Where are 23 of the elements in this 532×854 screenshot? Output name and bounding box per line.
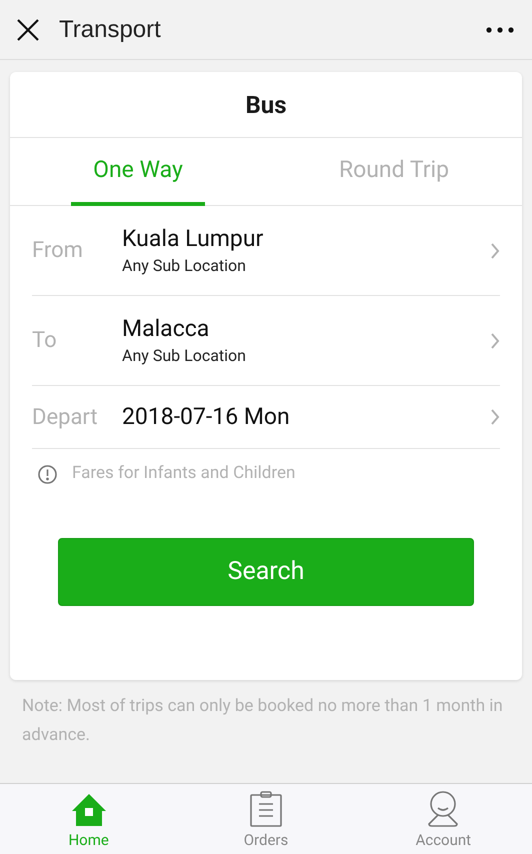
nav-item[interactable]: Home <box>0 784 178 854</box>
search-button[interactable]: Search <box>58 538 474 606</box>
user-icon <box>427 790 460 826</box>
booking-note: Note: Most of trips can only be booked no more than 1 month in advance. <box>21 695 504 747</box>
chevron-icon <box>490 409 500 425</box>
clipboard-icon <box>250 790 282 826</box>
location-row[interactable]: From Kuala Lumpur Any Sub Location <box>32 206 500 296</box>
close-button[interactable] <box>16 18 40 42</box>
info-icon <box>38 464 57 484</box>
date-row[interactable]: Depart 2018-07-16 Mon <box>32 386 500 449</box>
tab[interactable]: Round Trip <box>316 138 472 206</box>
home-icon <box>70 792 107 826</box>
nav-item[interactable]: Orders <box>177 784 355 854</box>
fares-link[interactable]: Fares for Infants and Children <box>32 449 296 499</box>
nav-item[interactable]: Account <box>354 784 532 854</box>
more-icon <box>486 26 514 32</box>
tab[interactable]: One Way <box>71 138 205 206</box>
chevron-icon <box>490 332 500 348</box>
location-row[interactable]: To Malacca Any Sub Location <box>32 296 500 386</box>
chevron-icon <box>490 242 500 258</box>
card-title: Bus <box>245 90 287 120</box>
page-title: Transport <box>59 14 161 44</box>
close-icon <box>17 18 39 40</box>
